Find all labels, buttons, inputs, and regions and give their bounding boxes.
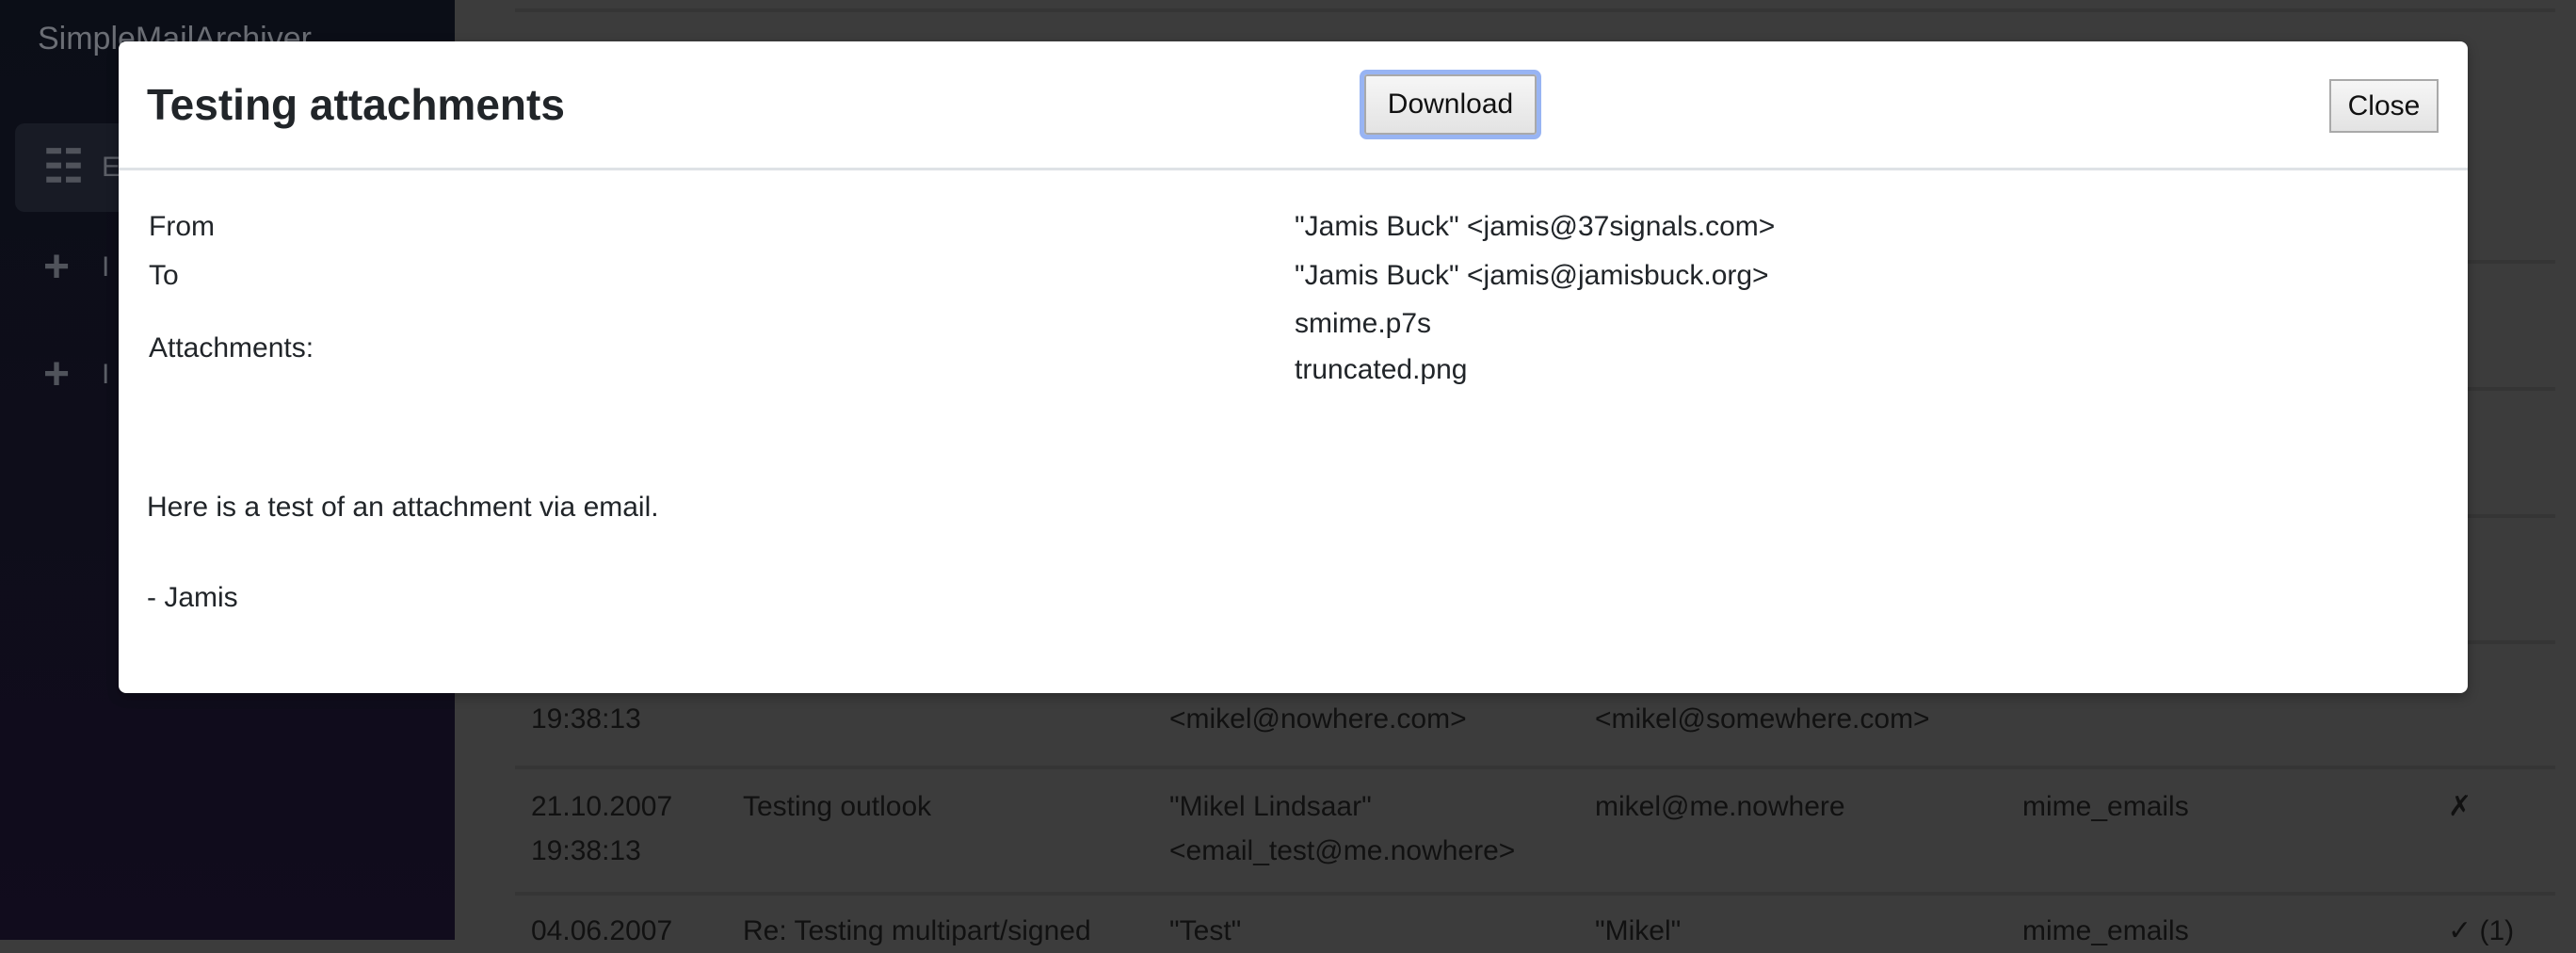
modal-title: Testing attachments (147, 80, 565, 129)
row-divider (515, 8, 2555, 12)
from-value: "Jamis Buck" <jamis@37signals.com> (1295, 211, 1776, 242)
sidebar-item-label: I (102, 251, 110, 283)
email-modal: Testing attachments Download Close From … (119, 41, 2468, 693)
cell-from: <mikel@nowhere.com> (1169, 703, 1467, 735)
cell-attachments: ✗ (2448, 791, 2472, 822)
to-label: To (149, 260, 179, 291)
close-button[interactable]: Close (2329, 79, 2439, 133)
download-button[interactable]: Download (1364, 74, 1537, 135)
cell-to: mikel@me.nowhere (1595, 791, 1845, 822)
modal-header: Testing attachments Download Close (119, 41, 2468, 170)
cell-from: "Test" (1169, 915, 1242, 946)
plus-icon: + (43, 349, 71, 399)
sidebar-item-label: I (102, 359, 110, 390)
cell-date: 21.10.2007 (531, 791, 673, 822)
row-divider (515, 766, 2555, 769)
cell-to: <mikel@somewhere.com> (1595, 703, 1930, 735)
list-icon: ☷ (43, 142, 85, 192)
attachments-label: Attachments: (149, 332, 314, 363)
cell-subject[interactable]: Testing outlook (743, 785, 931, 829)
cell-folder: mime_emails (2022, 791, 2189, 822)
cell-from: "Mikel Lindsaar" (1169, 791, 1372, 822)
email-body-signature: - Jamis (147, 582, 238, 613)
from-label: From (149, 211, 215, 242)
cell-from-address: <email_test@me.nowhere> (1169, 835, 1516, 866)
cell-date: 04.06.2007 (531, 915, 673, 946)
cell-subject[interactable]: Re: Testing multipart/signed (743, 910, 1091, 953)
attachment-link[interactable]: smime.p7s (1295, 308, 1431, 340)
cell-time: 19:38:13 (531, 703, 641, 735)
cell-folder: mime_emails (2022, 915, 2189, 946)
sidebar-item-label: E (102, 152, 121, 183)
email-body-line: Here is a test of an attachment via emai… (147, 492, 659, 523)
plus-icon: + (43, 242, 71, 292)
cell-attachments: ✓ (1) (2448, 915, 2515, 946)
cell-time: 19:38:13 (531, 835, 641, 866)
attachment-link[interactable]: truncated.png (1295, 354, 1467, 386)
row-divider (515, 892, 2555, 896)
to-value: "Jamis Buck" <jamis@jamisbuck.org> (1295, 260, 1769, 291)
cell-to: "Mikel" (1595, 915, 1682, 946)
